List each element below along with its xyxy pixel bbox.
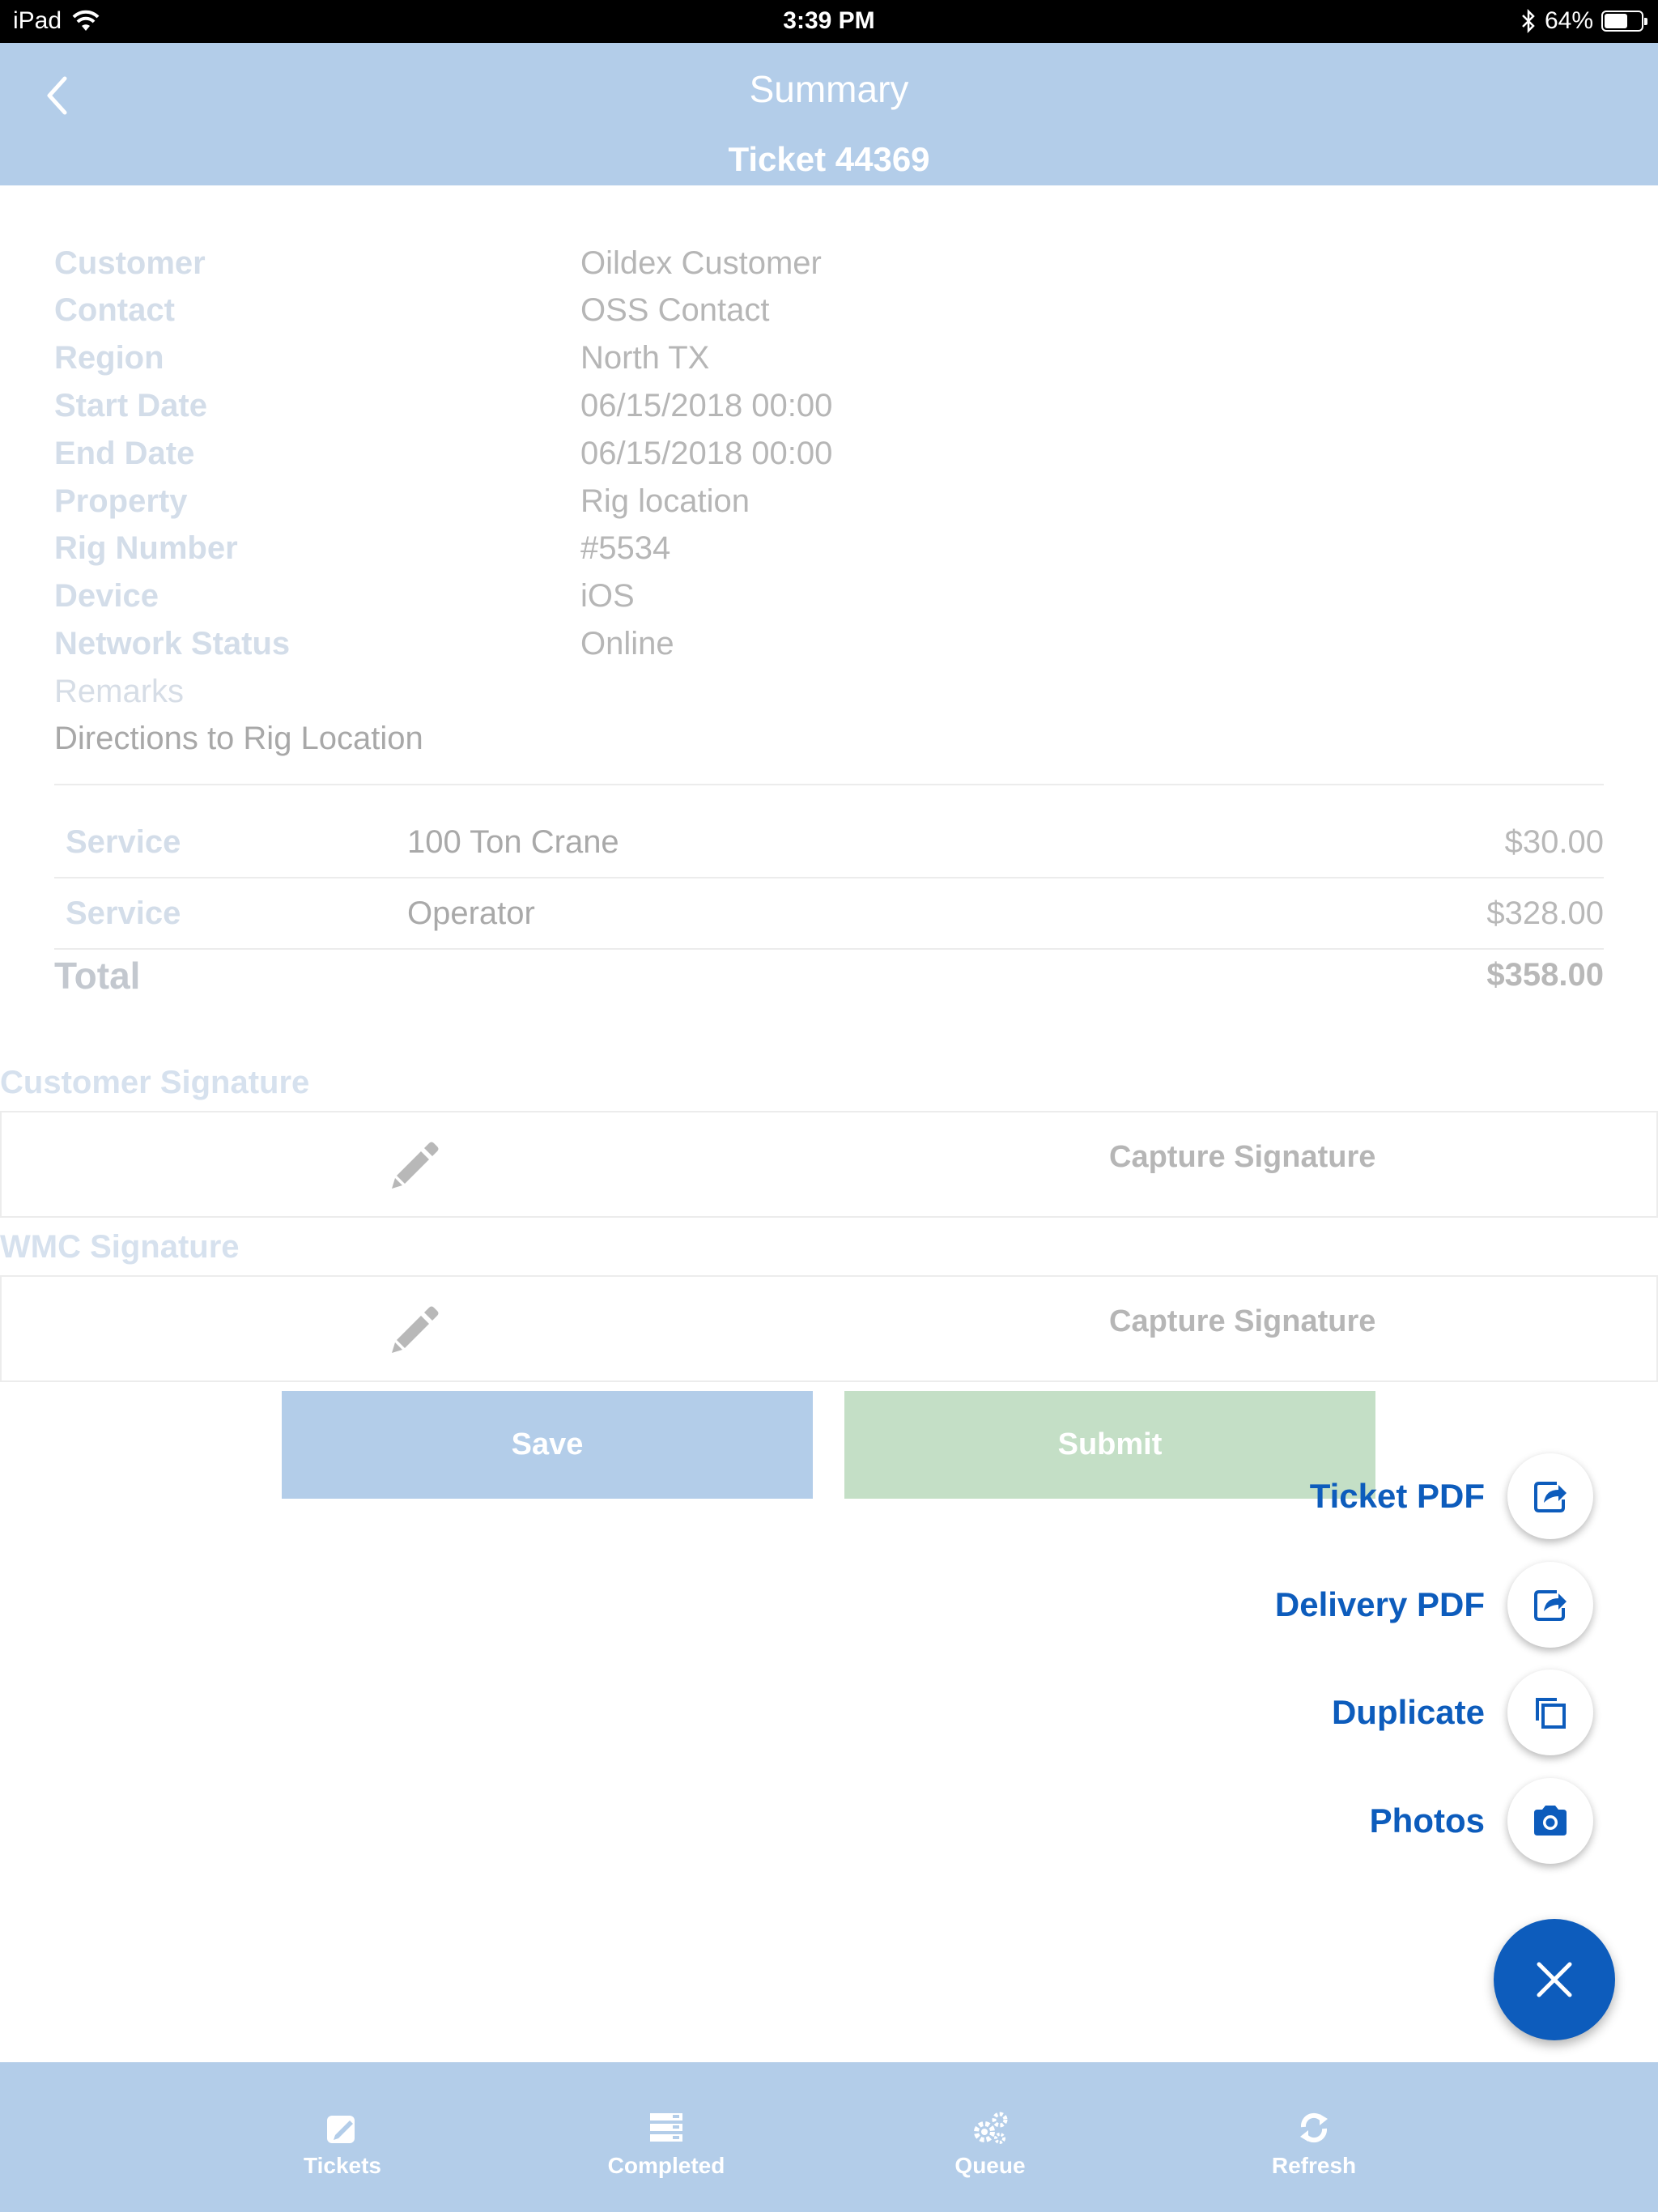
gears-icon [974,2112,1008,2144]
detail-label: Rig Number [54,530,238,566]
list-icon [650,2113,682,2142]
detail-value: iOS [580,578,635,614]
page-title: Summary [749,68,909,110]
detail-label: Contact [54,292,175,328]
service-type: Service [66,824,181,860]
duplicate-button[interactable] [1507,1670,1593,1755]
detail-row-customer: Customer Oildex Customer [54,245,1592,286]
photos-button[interactable] [1507,1778,1593,1864]
detail-value: Online [580,626,674,661]
divider [54,784,1604,785]
bottom-tab-bar: Tickets Completed Queue Refresh [0,2062,1658,2212]
detail-row-region: Region North TX [54,340,1592,381]
tab-completed[interactable]: Completed [569,2111,763,2179]
wmc-signature-box[interactable]: Capture Signature [0,1275,1658,1382]
bluetooth-icon [1522,9,1535,33]
detail-label: Network Status [54,626,291,661]
wmc-signature-heading: WMC Signature [0,1229,240,1265]
divider [54,948,1604,950]
delivery-pdf-button[interactable] [1507,1562,1593,1648]
tab-label: Tickets [304,2153,381,2178]
service-type: Service [66,895,181,931]
detail-row-device: Device iOS [54,578,1592,619]
photos-label: Photos [1369,1802,1485,1840]
tab-queue[interactable]: Queue [893,2111,1087,2179]
edit-icon [327,2116,355,2143]
detail-row-network-status: Network Status Online [54,626,1592,666]
ticket-pdf-action[interactable]: Ticket PDF [1310,1453,1593,1539]
detail-row-property: Property Rig location [54,483,1592,524]
customer-signature-heading: Customer Signature [0,1065,310,1100]
duplicate-icon [1536,1698,1566,1729]
divider [54,877,1604,878]
pencil-icon [392,1142,439,1189]
battery-fill [1605,14,1627,28]
refresh-icon [1300,2112,1328,2143]
tab-tickets[interactable]: Tickets [245,2111,440,2179]
share-icon [1534,1482,1567,1512]
ticket-number: Ticket 44369 [728,140,930,178]
capture-signature-label: Capture Signature [1109,1304,1376,1338]
total-label: Total [54,955,141,997]
detail-value: Rig location [580,483,750,519]
service-name: 100 Ton Crane [407,824,619,860]
capture-signature-label: Capture Signature [1109,1140,1376,1174]
submit-button[interactable]: Submit [844,1391,1375,1499]
detail-row-rig-number: Rig Number #5534 [54,530,1592,571]
close-menu-button[interactable] [1494,1919,1615,2040]
detail-label: Region [54,340,164,376]
service-price: $30.00 [1504,824,1604,860]
header: Summary Ticket 44369 [0,43,1658,185]
detail-label: Customer [54,245,206,281]
detail-value: North TX [580,340,710,376]
detail-row-end-date: End Date 06/15/2018 00:00 [54,436,1592,476]
tab-label: Completed [607,2153,725,2178]
detail-label: End Date [54,436,195,471]
detail-value: 06/15/2018 00:00 [580,436,833,471]
duplicate-action[interactable]: Duplicate [1332,1670,1593,1755]
service-price: $328.00 [1486,895,1604,931]
tab-refresh[interactable]: Refresh [1217,2111,1411,2179]
remarks-label: Remarks [54,674,185,709]
remarks-value: Directions to Rig Location [54,721,423,756]
status-time: 3:39 PM [783,7,875,34]
detail-value: OSS Contact [580,292,770,328]
share-icon [1534,1590,1567,1621]
save-button[interactable]: Save [282,1391,813,1499]
photos-action[interactable]: Photos [1370,1778,1593,1864]
tab-label: Queue [954,2153,1026,2178]
detail-value: #5534 [580,530,671,566]
pencil-icon [392,1306,439,1353]
delivery-pdf-label: Delivery PDF [1274,1585,1485,1623]
duplicate-label: Duplicate [1331,1693,1485,1731]
service-name: Operator [407,895,535,931]
ticket-pdf-label: Ticket PDF [1309,1477,1485,1515]
ticket-pdf-button[interactable] [1507,1453,1593,1539]
total-value: $358.00 [1486,957,1604,993]
detail-label: Device [54,578,159,614]
battery-icon [1601,11,1647,32]
detail-label: Start Date [54,388,207,423]
detail-row-contact: Contact OSS Contact [54,292,1592,333]
customer-signature-box[interactable]: Capture Signature [0,1111,1658,1218]
detail-row-start-date: Start Date 06/15/2018 00:00 [54,388,1592,428]
status-right: 64% [1520,7,1647,35]
detail-value: 06/15/2018 00:00 [580,388,833,423]
detail-label: Property [54,483,188,519]
status-bar: iPad 3:39 PM 64% [0,0,1658,43]
detail-value: Oildex Customer [580,245,822,281]
battery-percent: 64% [1544,7,1593,34]
camera-icon [1534,1806,1567,1836]
tab-label: Refresh [1271,2153,1357,2178]
close-icon [1537,1962,1572,1997]
delivery-pdf-action[interactable]: Delivery PDF [1275,1562,1593,1648]
